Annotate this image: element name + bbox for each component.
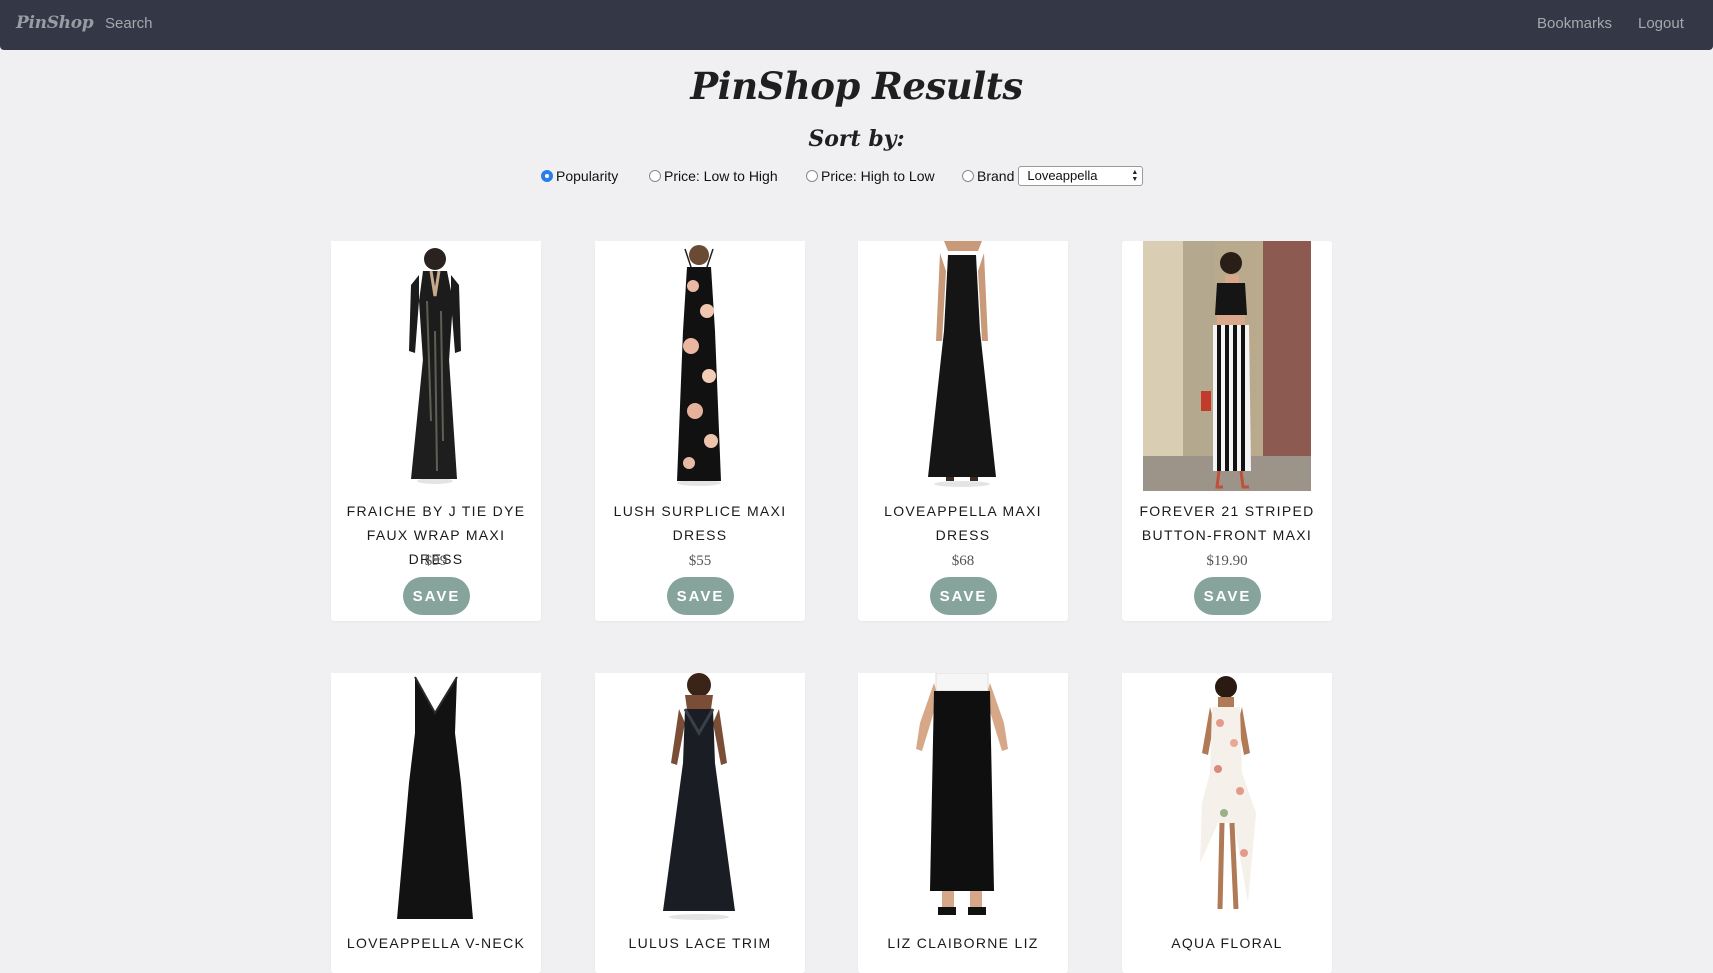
sort-option-price-low-high[interactable]: Price: Low to High — [649, 165, 778, 187]
nav-logout-link[interactable]: Logout — [1638, 15, 1684, 32]
product-image[interactable] — [1143, 241, 1311, 491]
product-title[interactable]: LIZ CLAIBORNE LIZ — [864, 931, 1062, 955]
product-image[interactable] — [331, 673, 541, 923]
product-image[interactable] — [1122, 673, 1332, 923]
brand-select-value: Loveappella — [1027, 168, 1098, 183]
product-image[interactable] — [331, 241, 541, 491]
sort-option-brand[interactable]: Brand Loveappella ▲ ▼ — [962, 165, 1144, 187]
brand-select[interactable]: Loveappella ▲ ▼ — [1018, 166, 1144, 186]
top-navbar: PinShop Search Bookmarks Logout — [0, 0, 1713, 50]
product-card: LOVEAPPELLA MAXI DRESS $68 SAVE — [858, 241, 1068, 621]
product-card: LIZ CLAIBORNE LIZ — [858, 673, 1068, 973]
save-button[interactable]: SAVE — [930, 577, 997, 615]
radio-brand[interactable] — [962, 170, 974, 182]
sort-option-label: Price: High to Low — [821, 168, 935, 184]
radio-price-low-high[interactable] — [649, 170, 661, 182]
product-title[interactable]: FOREVER 21 STRIPED BUTTON-FRONT MAXI — [1128, 499, 1326, 547]
save-button[interactable]: SAVE — [1194, 577, 1261, 615]
product-image[interactable] — [595, 673, 805, 923]
nav-bookmarks-link[interactable]: Bookmarks — [1537, 15, 1612, 32]
product-image[interactable] — [858, 241, 1068, 491]
brand-logo[interactable]: PinShop — [16, 13, 94, 33]
save-button[interactable]: SAVE — [667, 577, 734, 615]
sort-option-price-high-low[interactable]: Price: High to Low — [806, 165, 935, 187]
radio-popularity[interactable] — [541, 170, 553, 182]
sort-option-popularity[interactable]: Popularity — [541, 165, 618, 187]
sort-option-label: Brand — [977, 168, 1015, 184]
product-image[interactable] — [858, 673, 1068, 923]
product-card: AQUA FLORAL — [1122, 673, 1332, 973]
sort-option-label: Popularity — [556, 168, 619, 184]
product-title[interactable]: LOVEAPPELLA MAXI DRESS — [864, 499, 1062, 547]
product-card: FOREVER 21 STRIPED BUTTON-FRONT MAXI $19… — [1122, 241, 1332, 621]
sort-option-label: Price: Low to High — [664, 168, 778, 184]
product-price: $99 — [424, 553, 448, 569]
save-button[interactable]: SAVE — [403, 577, 470, 615]
product-image[interactable] — [595, 241, 805, 491]
nav-search-link[interactable]: Search — [105, 15, 153, 32]
product-price: $55 — [688, 553, 712, 569]
product-price: $19.90 — [1206, 553, 1248, 569]
sort-heading: Sort by: — [808, 126, 905, 152]
product-card: FRAICHE BY J TIE DYE FAUX WRAP MAXI DRES… — [331, 241, 541, 621]
product-price: $68 — [951, 553, 975, 569]
product-title[interactable]: LUSH SURPLICE MAXI DRESS — [601, 499, 799, 547]
product-title[interactable]: LOVEAPPELLA V-NECK — [337, 931, 535, 955]
page-title: PinShop Results — [690, 64, 1023, 108]
select-arrows-icon: ▲ ▼ — [1131, 169, 1139, 183]
product-card: LUSH SURPLICE MAXI DRESS $55 SAVE — [595, 241, 805, 621]
product-title[interactable]: AQUA FLORAL — [1128, 931, 1326, 955]
product-card: LULUS LACE TRIM — [595, 673, 805, 973]
radio-price-high-low[interactable] — [806, 170, 818, 182]
product-title[interactable]: LULUS LACE TRIM — [601, 931, 799, 955]
product-card: LOVEAPPELLA V-NECK — [331, 673, 541, 973]
